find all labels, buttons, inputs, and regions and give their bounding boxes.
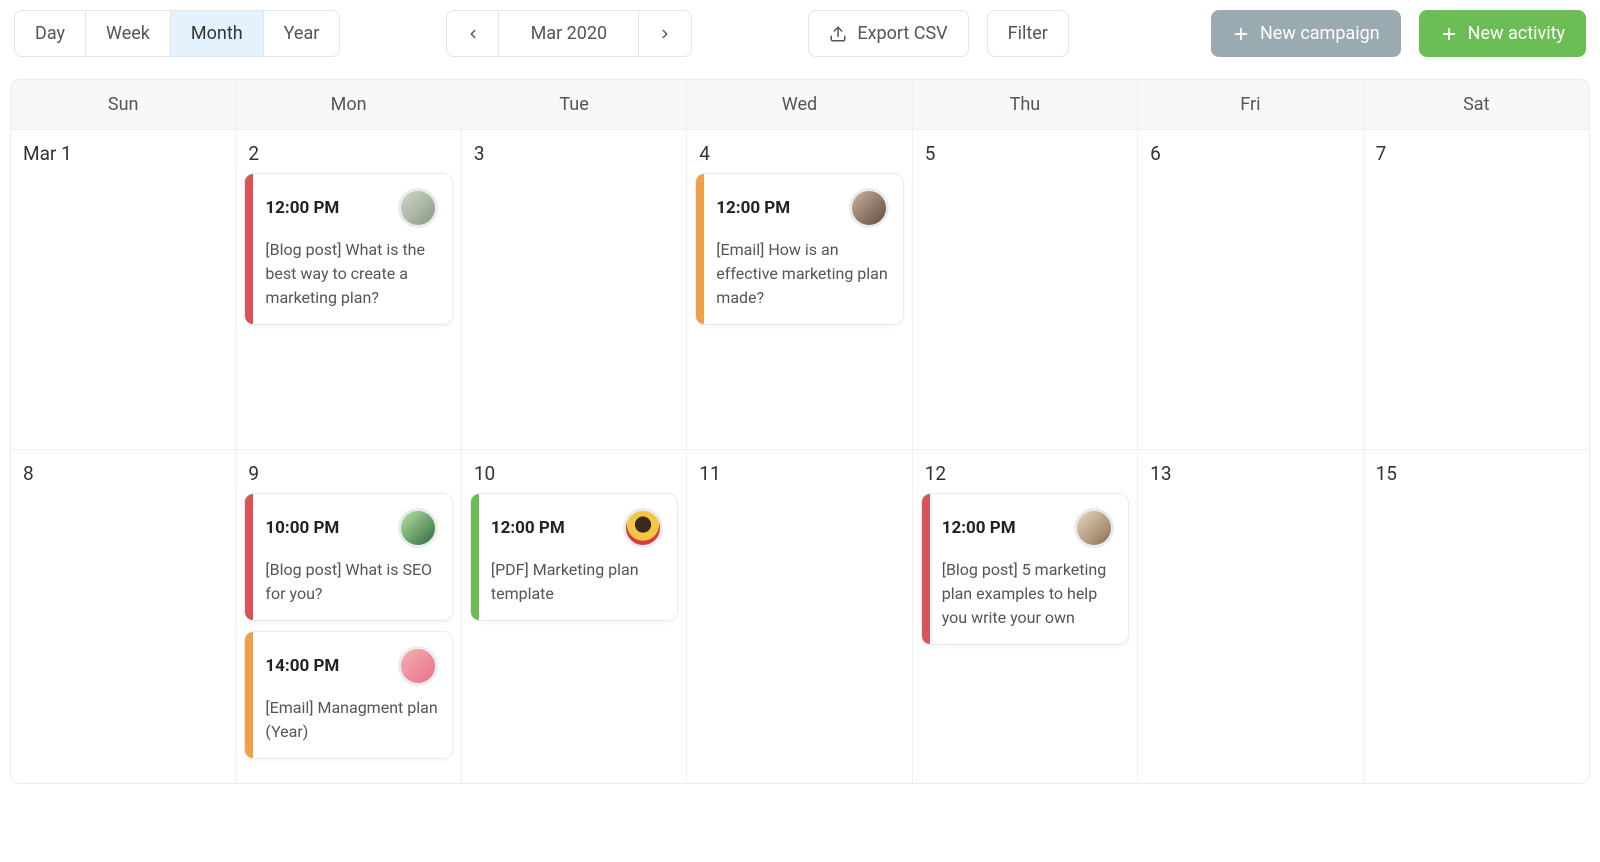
event-color-stripe [696,174,704,324]
event-color-stripe [245,632,253,758]
period-navigator: Mar 2020 [446,10,692,57]
event-title: [Email] How is an effective marketing pl… [716,238,888,310]
view-week-button[interactable]: Week [86,11,171,56]
calendar: SunMonTueWedThuFriSat Mar 1 2 12:00 PM [Blo… [10,79,1590,784]
avatar [1074,508,1114,548]
day-cell[interactable]: 9 10:00 PM [Blog post] What is SEO for you… [236,449,461,783]
view-day-button[interactable]: Day [15,11,86,56]
event-title: [Blog post] 5 marketing plan examples to… [942,558,1114,630]
new-activity-button[interactable]: New activity [1419,10,1586,57]
event-color-stripe [245,174,253,324]
event-header: 10:00 PM [265,508,437,548]
event-header: 14:00 PM [265,646,437,686]
filter-label: Filter [1008,23,1048,44]
filter-button[interactable]: Filter [987,10,1069,57]
event-time: 12:00 PM [716,198,790,218]
plus-icon [1232,25,1250,43]
day-cell[interactable]: 11 [687,449,912,783]
day-cell[interactable]: 2 12:00 PM [Blog post] What is the best wa… [236,129,461,449]
day-cell[interactable]: 8 [11,449,236,783]
chevron-right-icon [658,27,672,41]
new-campaign-button[interactable]: New campaign [1211,10,1401,57]
event-time: 12:00 PM [942,518,1016,538]
avatar [398,508,438,548]
day-of-week-header: SunMonTueWedThuFriSat [11,80,1589,129]
day-of-week-label: Wed [687,80,912,129]
day-cell[interactable]: 6 [1138,129,1363,449]
event-color-stripe [245,494,253,620]
event-header: 12:00 PM [265,188,437,228]
event-title: [Blog post] What is the best way to crea… [265,238,437,310]
new-campaign-label: New campaign [1260,23,1380,44]
week-row: Mar 1 2 12:00 PM [Blog post] What is the be… [11,129,1589,449]
day-cell[interactable]: 10 12:00 PM [PDF] Marketing plan template [462,449,687,783]
day-number: 7 [1372,140,1581,173]
event-card[interactable]: 12:00 PM [Blog post] 5 marketing plan exa… [921,493,1129,645]
next-period-button[interactable] [639,11,691,56]
event-header: 12:00 PM [491,508,663,548]
export-csv-label: Export CSV [857,23,947,44]
day-cell[interactable]: 12 12:00 PM [Blog post] 5 marketing plan e… [913,449,1138,783]
event-card[interactable]: 12:00 PM [Email] How is an effective mark… [695,173,903,325]
day-cell[interactable]: 13 [1138,449,1363,783]
event-card[interactable]: 12:00 PM [PDF] Marketing plan template [470,493,678,621]
day-of-week-label: Tue [462,80,687,129]
avatar [398,646,438,686]
day-cell[interactable]: 7 [1364,129,1589,449]
view-year-button[interactable]: Year [264,11,340,56]
event-header: 12:00 PM [942,508,1114,548]
day-of-week-label: Mon [236,80,461,129]
day-number: 5 [921,140,1129,173]
day-number: 8 [19,460,227,493]
day-number: 9 [244,460,452,493]
day-of-week-label: Sat [1364,80,1589,129]
event-time: 12:00 PM [265,198,339,218]
export-csv-button[interactable]: Export CSV [808,10,968,57]
event-header: 12:00 PM [716,188,888,228]
day-number: 15 [1372,460,1581,493]
export-icon [829,25,847,43]
day-number: 3 [470,140,678,173]
day-number: Mar 1 [19,140,227,173]
plus-icon [1440,25,1458,43]
event-time: 12:00 PM [491,518,565,538]
event-title: [PDF] Marketing plan template [491,558,663,606]
view-month-button[interactable]: Month [171,11,264,56]
day-of-week-label: Sun [11,80,236,129]
event-card[interactable]: 14:00 PM [Email] Managment plan (Year) [244,631,452,759]
day-number: 10 [470,460,678,493]
day-cell[interactable]: 3 [462,129,687,449]
avatar [398,188,438,228]
day-number: 13 [1146,460,1354,493]
day-number: 6 [1146,140,1354,173]
day-cell[interactable]: 4 12:00 PM [Email] How is an effective mar… [687,129,912,449]
event-card[interactable]: 10:00 PM [Blog post] What is SEO for you? [244,493,452,621]
day-number: 4 [695,140,903,173]
period-label: Mar 2020 [499,11,639,56]
prev-period-button[interactable] [447,11,499,56]
toolbar: DayWeekMonthYear Mar 2020 Export CSV Fil… [10,10,1590,57]
day-cell[interactable]: 15 [1364,449,1589,783]
event-time: 14:00 PM [265,656,339,676]
day-number: 11 [695,460,903,493]
event-title: [Email] Managment plan (Year) [265,696,437,744]
day-of-week-label: Fri [1138,80,1363,129]
new-activity-label: New activity [1468,23,1565,44]
view-switcher: DayWeekMonthYear [14,10,340,57]
day-cell[interactable]: Mar 1 [11,129,236,449]
day-number: 2 [244,140,452,173]
event-title: [Blog post] What is SEO for you? [265,558,437,606]
day-number: 12 [921,460,1129,493]
event-color-stripe [922,494,930,644]
event-color-stripe [471,494,479,620]
event-time: 10:00 PM [265,518,339,538]
week-row: 89 10:00 PM [Blog post] What is SEO for yo… [11,449,1589,783]
event-card[interactable]: 12:00 PM [Blog post] What is the best way… [244,173,452,325]
chevron-left-icon [466,27,480,41]
day-of-week-label: Thu [913,80,1138,129]
day-cell[interactable]: 5 [913,129,1138,449]
avatar [623,508,663,548]
avatar [849,188,889,228]
